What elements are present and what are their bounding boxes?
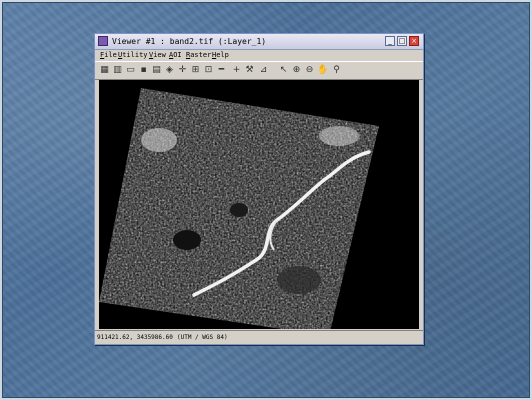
chart-icon[interactable]: ⊿ [258, 64, 269, 76]
menu-help[interactable]: Help [212, 50, 229, 61]
menu-view[interactable]: View [149, 50, 166, 61]
print-icon[interactable]: ▤ [151, 64, 162, 76]
crosshair-icon[interactable]: + [231, 64, 242, 76]
grid-icon[interactable]: ⊞ [190, 64, 201, 76]
projection-label: (UTM / WGS 84) [177, 334, 228, 341]
pan-hand-icon[interactable]: ✋ [317, 64, 328, 76]
title-bar[interactable]: Viewer #1 : band2.tif (:Layer_1) _ □ × [95, 34, 423, 50]
zoom-out-icon[interactable]: ⊖ [304, 64, 315, 76]
pointer-icon[interactable]: ↖ [278, 64, 289, 76]
inquire-icon[interactable]: ⚲ [331, 64, 342, 76]
menu-utility[interactable]: Utility [118, 50, 148, 61]
status-bar: 911421.62, 3435986.60 (UTM / WGS 84) [95, 330, 423, 344]
hammer-icon[interactable]: ⚒ [244, 64, 255, 76]
zoom-in-icon[interactable]: ⊕ [291, 64, 302, 76]
app-icon [98, 36, 108, 46]
viewer-window: Viewer #1 : band2.tif (:Layer_1) _ □ × F… [94, 33, 424, 345]
eraser-icon[interactable]: ◈ [164, 64, 175, 76]
menu-raster[interactable]: Raster [186, 50, 211, 61]
save-icon[interactable]: ▪ [138, 64, 149, 76]
maximize-button[interactable]: □ [397, 36, 407, 46]
close-button[interactable]: × [409, 36, 419, 46]
minus-icon[interactable]: ━ [216, 64, 227, 76]
menu-file[interactable]: File [100, 50, 117, 61]
target-icon[interactable]: ✛ [177, 64, 188, 76]
menu-aoi[interactable]: AOI [169, 50, 182, 61]
window-title: Viewer #1 : band2.tif (:Layer_1) [112, 37, 267, 46]
satellite-image [99, 80, 419, 329]
new-page-icon[interactable]: ▭ [125, 64, 136, 76]
minimize-button[interactable]: _ [385, 36, 395, 46]
coordinate-readout: 911421.62, 3435986.60 [97, 334, 173, 341]
menu-bar: File Utility View AOI Raster Help [95, 50, 423, 61]
open-file-icon[interactable]: ▦ [99, 64, 110, 76]
open-folder-icon[interactable]: ▥ [112, 64, 123, 76]
image-viewport[interactable] [99, 80, 419, 329]
fit-icon[interactable]: ⊡ [203, 64, 214, 76]
toolbar: ▦ ▥ ▭ ▪ ▤ ◈ ✛ ⊞ ⊡ ━ + ⚒ ⊿ ↖ ⊕ ⊖ ✋ ⚲ [95, 61, 423, 80]
